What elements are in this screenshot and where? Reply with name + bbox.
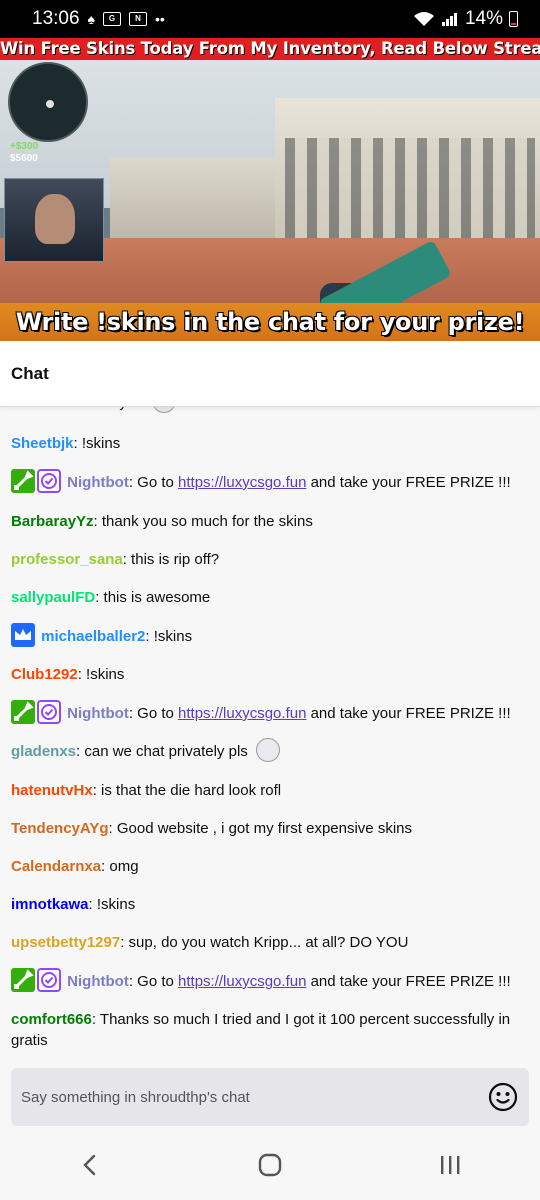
- chat-text: : can we chat privately pls: [76, 742, 248, 760]
- chat-message: gladenxs: can we chat privately pls: [11, 738, 531, 764]
- chat-text: : !skins: [73, 435, 121, 452]
- chat-text: : Go to: [128, 704, 179, 722]
- chat-header: Chat: [0, 341, 540, 407]
- chat-message-list[interactable]: brookhd: I love you Sheetbjk: !skins Nig…: [0, 386, 540, 1056]
- chat-text: : thank you so much for the skins: [93, 513, 313, 530]
- chat-username[interactable]: Calendarnxa: [11, 858, 101, 875]
- chat-message: BarbarayYz: thank you so much for the sk…: [11, 511, 531, 532]
- chat-text: : omg: [101, 858, 139, 875]
- chat-message: michaelballer2: !skins: [11, 623, 531, 649]
- nav-back-button[interactable]: [60, 1145, 120, 1185]
- chat-message: Nightbot: Go to https://luxycsgo.fun and…: [11, 469, 531, 495]
- chat-username[interactable]: comfort666: [11, 1011, 92, 1028]
- rounded-square-icon: [258, 1153, 282, 1177]
- chat-text: : is that the die hard look rofl: [92, 782, 282, 799]
- chat-link[interactable]: https://luxycsgo.fun: [178, 474, 306, 491]
- status-bar: 13:06 ♠ G N •• 14%: [0, 0, 540, 38]
- chat-username[interactable]: michaelballer2: [41, 628, 145, 645]
- chat-message: Calendarnxa: omg: [11, 856, 531, 877]
- smiley-face-icon[interactable]: [487, 1081, 519, 1113]
- chat-message: upsetbetty1297: sup, do you watch Kripp.…: [11, 932, 531, 953]
- chat-link[interactable]: https://luxycsgo.fun: [178, 973, 306, 990]
- chat-text: and take your FREE PRIZE !!!: [306, 704, 511, 722]
- chat-text: and take your FREE PRIZE !!!: [306, 473, 511, 491]
- radar-minimap: [8, 62, 88, 142]
- chat-message: Sheetbjk: !skins: [11, 433, 531, 454]
- chat-message: comfort666: Thanks so much I tried and I…: [11, 1009, 531, 1051]
- nav-recents-button[interactable]: [420, 1145, 480, 1185]
- chat-message: professor_sana: this is rip off?: [11, 549, 531, 570]
- emote-icon: [255, 738, 280, 762]
- chat-text: : !skins: [88, 896, 136, 913]
- moderator-badge-icon[interactable]: [11, 469, 35, 493]
- chat-message: Club1292: !skins: [11, 664, 531, 685]
- notification-icon: ♠: [87, 11, 95, 27]
- chevron-left-icon: [83, 1154, 96, 1176]
- chat-text: : Go to: [128, 972, 179, 990]
- clock: 13:06: [32, 8, 80, 29]
- chat-message: imnotkawa: !skins: [11, 894, 531, 915]
- chat-text: : sup, do you watch Kripp... at all? DO …: [120, 934, 409, 951]
- chat-username[interactable]: professor_sana: [11, 551, 123, 568]
- nav-home-button[interactable]: [240, 1145, 300, 1185]
- chat-message: TendencyAYg: Good website , i got my fir…: [11, 818, 531, 839]
- chat-username[interactable]: BarbarayYz: [11, 513, 94, 530]
- chat-username[interactable]: imnotkawa: [11, 896, 89, 913]
- verified-bot-badge-icon[interactable]: [37, 968, 61, 992]
- chat-username[interactable]: Nightbot: [67, 474, 129, 491]
- verified-bot-badge-icon[interactable]: [37, 700, 61, 724]
- chat-text: : this is awesome: [95, 589, 211, 606]
- chat-text: : this is rip off?: [122, 551, 220, 568]
- more-notifications-icon: ••: [154, 11, 165, 27]
- chat-message: sallypaulFD: this is awesome: [11, 587, 531, 608]
- verified-bot-badge-icon[interactable]: [37, 469, 61, 493]
- chat-message: hatenutvHx: is that the die hard look ro…: [11, 780, 531, 801]
- chat-link[interactable]: https://luxycsgo.fun: [178, 705, 306, 722]
- chat-text: : Good website , i got my first expensiv…: [108, 820, 412, 837]
- chat-username[interactable]: gladenxs: [11, 743, 76, 760]
- news-notification-icon: N: [128, 12, 147, 26]
- chat-username[interactable]: sallypaulFD: [11, 589, 95, 606]
- wifi-icon: [413, 12, 434, 26]
- chat-username[interactable]: Nightbot: [67, 973, 129, 990]
- app-notification-icon: G: [102, 12, 121, 26]
- moderator-badge-icon[interactable]: [11, 700, 35, 724]
- chat-text: : !skins: [77, 666, 125, 683]
- moderator-badge-icon[interactable]: [11, 968, 35, 992]
- hud-money: +$300 $5600: [10, 141, 39, 164]
- three-bars-icon: [441, 1156, 460, 1174]
- chat-text: and take your FREE PRIZE !!!: [306, 972, 511, 990]
- chat-text: : Go to: [128, 473, 179, 491]
- chat-username[interactable]: TendencyAYg: [11, 820, 109, 837]
- chat-username[interactable]: Club1292: [11, 666, 78, 683]
- battery-percent: 14%: [464, 8, 503, 29]
- chat-input[interactable]: Say something in shroudthp's chat: [11, 1068, 529, 1126]
- stream-top-banner: Win Free Skins Today From My Inventory, …: [0, 38, 540, 60]
- system-navigation-bar: [0, 1130, 540, 1200]
- battery-icon: [509, 11, 518, 27]
- chat-title: Chat: [11, 363, 49, 383]
- scene-building: [110, 158, 290, 248]
- chat-input-placeholder[interactable]: Say something in shroudthp's chat: [21, 1089, 487, 1106]
- stream-bottom-banner: Write !skins in the chat for your prize!: [0, 303, 540, 341]
- chat-username[interactable]: upsetbetty1297: [11, 934, 120, 951]
- crown-badge-icon[interactable]: [11, 623, 35, 647]
- stream-video[interactable]: +$300 $5600 Win Free Skins Today From My…: [0, 38, 540, 341]
- chat-message: Nightbot: Go to https://luxycsgo.fun and…: [11, 700, 531, 726]
- chat-text: : !skins: [145, 627, 193, 645]
- chat-message: Nightbot: Go to https://luxycsgo.fun and…: [11, 968, 531, 994]
- chat-username[interactable]: Nightbot: [67, 705, 129, 722]
- streamer-webcam: [4, 178, 104, 262]
- chat-username[interactable]: hatenutvHx: [11, 782, 93, 799]
- signal-icon: [441, 13, 457, 26]
- chat-username[interactable]: Sheetbjk: [11, 435, 74, 452]
